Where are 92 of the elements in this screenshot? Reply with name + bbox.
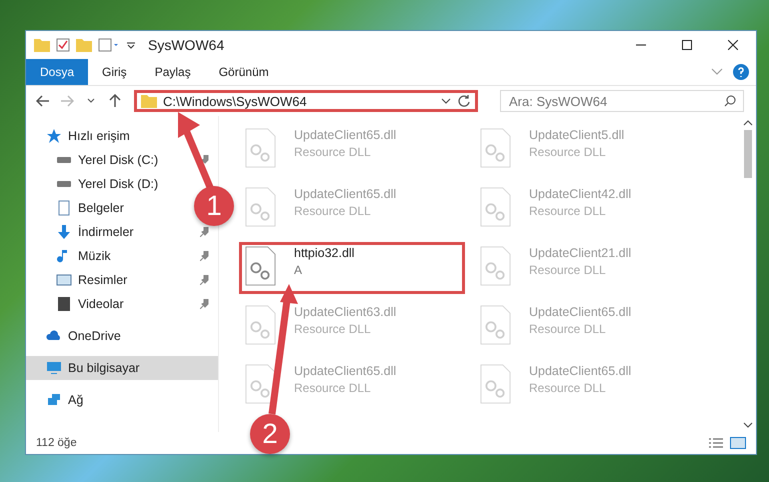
dropdown-icon[interactable] [126, 40, 136, 50]
dll-file-icon [245, 128, 276, 168]
network-icon [46, 392, 62, 408]
dropdown-caret-icon[interactable] [441, 98, 451, 104]
folder-icon [141, 94, 157, 108]
dll-file-icon [245, 246, 276, 286]
monitor-icon [46, 360, 62, 376]
file-type: Resource DLL [529, 145, 607, 159]
pin-icon[interactable] [200, 155, 210, 165]
ribbon-tab[interactable]: Dosya [26, 59, 88, 85]
checkmark-icon[interactable] [56, 38, 70, 52]
sidebar-item[interactable]: Belgeler [26, 196, 132, 220]
ribbon-tab[interactable]: Paylaş [140, 59, 205, 85]
picture-icon [56, 272, 72, 288]
dll-file-icon [480, 305, 511, 345]
window-title: SysWOW64 [148, 37, 224, 53]
minimize-icon [636, 44, 646, 46]
ribbon-tab[interactable]: Giriş [88, 59, 141, 85]
dll-file-icon [245, 305, 276, 345]
file-type: Resource DLL [294, 145, 372, 159]
sidebar-item-label: Videolar [78, 297, 124, 311]
search-field[interactable]: Ara: SysWOW64 [500, 90, 744, 112]
drive-icon [56, 157, 72, 163]
properties-icon[interactable] [98, 38, 120, 52]
file-type: Resource DLL [529, 322, 607, 336]
file-type: Resource DLL [529, 263, 607, 277]
file-name: UpdateClient42.dll [529, 187, 632, 201]
refresh-icon[interactable] [457, 94, 471, 108]
pin-icon[interactable] [200, 251, 210, 261]
sidebar-item[interactable]: Müzik [26, 244, 218, 268]
sidebar-item-label: Bu bilgisayar [68, 361, 140, 375]
sidebar-item-label: Müzik [78, 249, 111, 263]
sidebar-item[interactable]: Hızlı erişim [26, 124, 218, 148]
address-bar[interactable]: C:\Windows\SysWOW64 [134, 90, 478, 112]
download-arrow-icon [56, 224, 72, 240]
dll-file-icon [480, 128, 511, 168]
file-name: UpdateClient21.dll [529, 246, 632, 260]
file-name: UpdateClient65.dll [529, 305, 632, 319]
folder-icon [34, 38, 50, 52]
scroll-down-icon[interactable] [743, 422, 753, 428]
details-view-icon[interactable] [708, 437, 724, 449]
sidebar-item-label: Yerel Disk (C:) [78, 153, 158, 167]
sidebar-item[interactable]: Ağ [26, 388, 218, 412]
sidebar-item[interactable]: OneDrive [26, 324, 218, 348]
sidebar-item-label: Hızlı erişim [68, 129, 130, 143]
pin-icon[interactable] [200, 299, 210, 309]
file-name: UpdateClient5.dll [529, 128, 624, 142]
dll-file-icon [245, 187, 276, 227]
tiles-view-icon[interactable] [730, 437, 746, 449]
drive-icon [56, 181, 72, 187]
close-icon [728, 40, 738, 50]
dll-file-icon [480, 187, 511, 227]
file-type: Resource DLL [294, 322, 372, 336]
sidebar-item-label: OneDrive [68, 329, 121, 343]
file-type: A [294, 263, 304, 277]
file-name: UpdateClient65.dll [294, 364, 396, 378]
file-type: Resource DLL [529, 204, 607, 218]
sidebar-item[interactable]: Yerel Disk (D:) [26, 172, 166, 196]
pin-icon[interactable] [200, 227, 210, 237]
pin-icon[interactable] [200, 275, 210, 285]
file-item[interactable]: httpio32.dll A [239, 242, 465, 294]
star-icon [46, 128, 62, 144]
file-type: Resource DLL [294, 381, 372, 395]
ribbon-tab[interactable]: Görünüm [204, 59, 283, 85]
scrollbar-thumb[interactable] [744, 130, 752, 178]
dll-file-icon [245, 364, 276, 404]
sidebar-item[interactable]: Bu bilgisayar [26, 356, 218, 380]
maximize-icon [682, 40, 692, 50]
scroll-up-icon[interactable] [743, 120, 753, 126]
help-icon[interactable] [732, 63, 750, 81]
file-type: Resource DLL [294, 204, 372, 218]
sidebar-item[interactable]: Videolar [26, 292, 218, 316]
address-path: C:\Windows\SysWOW64 [163, 94, 307, 108]
file-name: UpdateClient65.dll [294, 187, 396, 201]
sidebar-item[interactable]: Resimler [26, 268, 218, 292]
document-icon [56, 200, 72, 216]
sidebar-item-label: Yerel Disk (D:) [78, 177, 158, 191]
new-folder-icon [76, 38, 92, 52]
file-type: Resource DLL [529, 381, 607, 395]
sidebar-item-label: Resimler [78, 273, 128, 287]
sidebar-item-label: İndirmeler [78, 225, 134, 239]
film-icon [56, 296, 72, 312]
file-name: UpdateClient63.dll [294, 305, 396, 319]
file-name: httpio32.dll [294, 246, 354, 260]
file-name: UpdateClient65.dll [294, 128, 396, 142]
dll-file-icon [480, 364, 511, 404]
file-name: UpdateClient65.dll [529, 364, 632, 378]
sidebar-item-label: Belgeler [78, 201, 124, 215]
sidebar-item[interactable]: Yerel Disk (C:) [26, 148, 218, 172]
dll-file-icon [480, 246, 511, 286]
item-count: 112 öğe [36, 437, 77, 449]
sidebar-item-label: Ağ [68, 393, 84, 407]
